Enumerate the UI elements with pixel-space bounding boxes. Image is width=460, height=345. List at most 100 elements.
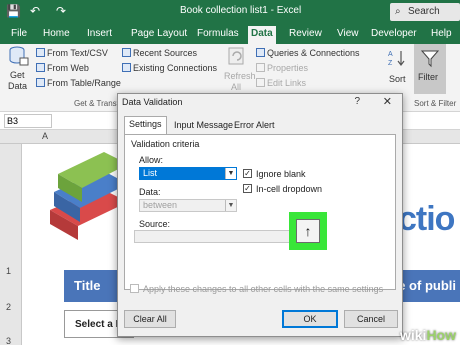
properties-label: Properties [267,63,309,73]
tab-insert[interactable]: Insert [84,27,115,41]
tab-developer[interactable]: Developer [368,27,420,41]
tab-data[interactable]: Data [248,26,276,44]
queries-connections-button[interactable]: Queries & Connections [256,48,360,58]
collapse-dialog-button[interactable]: ↑ [296,219,320,243]
table-icon [36,78,45,87]
queries-label: Queries & Connections [267,48,360,58]
tab-home[interactable]: Home [40,27,73,41]
existing-connections-button[interactable]: Existing Connections [122,63,217,73]
chevron-down-icon: ▼ [225,168,236,179]
get-data-label-bottom: Data [8,81,28,91]
help-icon[interactable]: ? [354,96,360,107]
arrow-up-icon: ↑ [304,223,312,239]
from-table-button[interactable]: From Table/Range [36,78,121,88]
document-title: Book collection list1 - Excel [180,5,302,16]
data-label: Data: [139,187,161,197]
source-label: Source: [139,219,171,229]
tab-review[interactable]: Review [286,27,325,41]
web-icon [36,63,45,72]
queries-icon [256,48,265,57]
tab-settings[interactable]: Settings [124,116,167,134]
close-icon[interactable]: ✕ [383,95,392,108]
refresh-all-button[interactable]: Refresh All [222,46,256,96]
source-input[interactable] [134,230,294,243]
cancel-button[interactable]: Cancel [344,310,398,328]
edit-links-icon [256,78,265,87]
title-bar: 💾 ↶ ↷ Book collection list1 - Excel ⌕ Se… [0,0,460,24]
properties-button[interactable]: Properties [256,63,308,73]
title-cell[interactable]: Title [74,278,101,293]
svg-text:A: A [388,51,393,58]
ignore-blank-checkbox[interactable]: ✓ [243,169,252,178]
properties-icon [256,63,265,72]
recent-sources-label: Recent Sources [133,48,198,58]
watermark-wiki: wiki [399,327,427,343]
row-headers: 1 2 3 [0,144,22,345]
from-web-label: From Web [47,63,89,73]
get-data-button[interactable]: Get Data [4,46,34,96]
tab-formulas[interactable]: Formulas [194,27,242,41]
tab-view[interactable]: View [334,27,362,41]
from-web-button[interactable]: From Web [36,63,89,73]
ribbon-tabs: File Home Insert Page Layout Formulas Da… [0,24,460,44]
tab-help[interactable]: Help [428,27,455,41]
from-table-label: From Table/Range [47,78,121,88]
apply-changes-checkbox[interactable] [130,284,139,293]
clear-all-button[interactable]: Clear All [124,310,176,328]
date-of-publication-cell[interactable]: e of publi [398,278,456,293]
validation-criteria-label: Validation criteria [131,139,200,149]
search-box[interactable]: ⌕ Search [390,3,460,21]
allow-label: Allow: [139,155,164,165]
redo-icon[interactable]: ↷ [56,4,66,18]
row-3-header[interactable]: 3 [6,336,11,345]
ok-button[interactable]: OK [282,310,338,328]
apply-changes-label: Apply these changes to all other cells w… [143,284,384,294]
tab-file[interactable]: File [8,27,30,41]
edit-links-button[interactable]: Edit Links [256,78,306,88]
recent-sources-icon [122,48,131,57]
ignore-blank-label: Ignore blank [256,169,306,179]
wikihow-watermark: wikiHow [400,327,456,343]
group-sort-filter-label: Sort & Filter [414,99,457,108]
existing-connections-label: Existing Connections [133,63,218,73]
sort-icon: A Z [388,51,405,67]
settings-panel: Validation criteria Allow: List ▼ ✓ Igno… [124,134,396,290]
tab-error-alert[interactable]: Error Alert [230,118,279,134]
refresh-icon [228,47,244,65]
recent-sources-button[interactable]: Recent Sources [122,48,197,58]
svg-text:Z: Z [388,60,393,67]
watermark-how: How [426,327,456,343]
from-text-label: From Text/CSV [47,48,108,58]
row-1-header[interactable]: 1 [6,266,11,276]
refresh-label-top: Refresh [224,71,256,81]
name-box[interactable]: B3 [4,114,52,128]
connections-icon [122,63,131,72]
data-dropdown[interactable]: between ▼ [139,199,237,212]
filter-button[interactable]: Filter [414,44,446,94]
filter-label: Filter [418,72,438,82]
in-cell-dropdown-checkbox[interactable]: ✓ [243,184,252,193]
text-file-icon [36,48,45,57]
save-icon[interactable]: 💾 [6,4,21,18]
undo-icon[interactable]: ↶ [30,4,40,18]
allow-dropdown[interactable]: List ▼ [139,167,237,180]
data-value: between [143,200,178,210]
tab-page-layout[interactable]: Page Layout [128,27,190,41]
allow-value: List [143,168,158,178]
search-label: Search [408,6,440,17]
edit-links-label: Edit Links [267,78,307,88]
sort-button[interactable]: A Z Sort [384,46,412,96]
row-2-header[interactable]: 2 [6,302,11,312]
refresh-label-bottom: All [231,82,242,92]
from-text-csv-button[interactable]: From Text/CSV [36,48,108,58]
filter-icon [420,50,440,68]
sort-label: Sort [389,74,406,84]
search-icon: ⌕ [395,6,401,17]
chevron-down-icon: ▼ [225,200,236,211]
in-cell-dropdown-label: In-cell dropdown [256,184,323,194]
sheet-heading-text: ctio [398,200,455,238]
data-validation-dialog: Data Validation ? ✕ Settings Input Messa… [117,93,403,337]
dialog-title: Data Validation [122,97,183,107]
tab-input-message[interactable]: Input Message [170,118,237,134]
get-data-label-top: Get [10,70,25,80]
